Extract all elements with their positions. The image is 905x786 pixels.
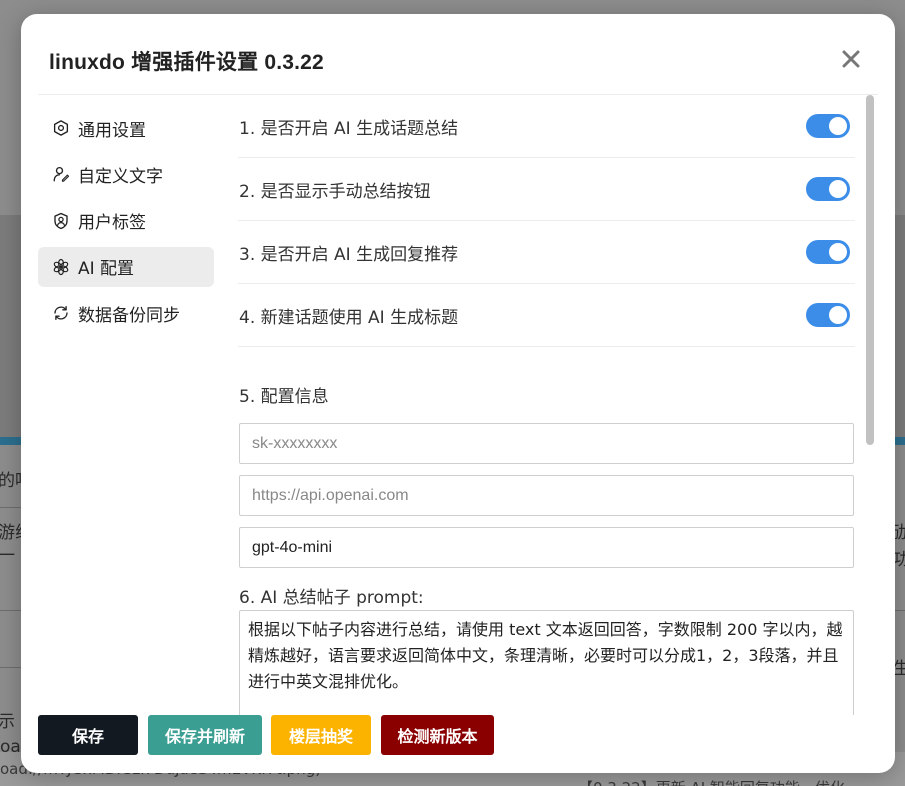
sidebar-item-custom-text[interactable]: 自定义文字 <box>38 154 214 194</box>
setting-label: 4. 新建话题使用 AI 生成标题 <box>239 307 459 328</box>
model-input[interactable] <box>239 527 854 568</box>
api-key-input[interactable] <box>239 423 854 464</box>
modal-header: linuxdo 增强插件设置 0.3.22 <box>21 14 895 95</box>
sidebar-item-label: 用户标签 <box>78 213 146 234</box>
ai-config-panel: 1. 是否开启 AI 生成话题总结 2. 是否显示手动总结按钮 3. 是否开启 … <box>238 95 855 715</box>
modal-footer: 保存 保存并刷新 楼层抽奖 检测新版本 <box>38 715 878 773</box>
toggle-knob <box>829 117 847 135</box>
close-button[interactable] <box>836 44 866 74</box>
toggle-knob <box>829 180 847 198</box>
setting-label: 3. 是否开启 AI 生成回复推荐 <box>239 244 459 265</box>
background-text: 示 <box>0 712 15 732</box>
save-refresh-button[interactable]: 保存并刷新 <box>148 715 262 755</box>
modal-title: linuxdo 增强插件设置 0.3.22 <box>49 51 324 74</box>
sidebar-item-label: 自定义文字 <box>78 166 163 187</box>
sync-icon <box>54 306 68 321</box>
settings-sidebar: 通用设置 自定义文字 用户标签 AI 配置 数据备份同步 <box>38 108 214 339</box>
ai-title-toggle[interactable] <box>806 303 850 327</box>
sidebar-item-user-tags[interactable]: 用户标签 <box>38 201 214 241</box>
setting-row-ai-reply: 3. 是否开启 AI 生成回复推荐 <box>238 221 855 284</box>
summary-prompt-textarea[interactable]: 根据以下帖子内容进行总结，请使用 text 文本返回回答，字数限制 200 字以… <box>239 610 854 715</box>
setting-label: 2. 是否显示手动总结按钮 <box>239 181 431 202</box>
sidebar-item-backup-sync[interactable]: 数据备份同步 <box>38 293 214 333</box>
user-edit-icon <box>53 167 70 183</box>
manual-summary-toggle[interactable] <box>806 177 850 201</box>
ai-reply-toggle[interactable] <box>806 240 850 264</box>
user-badge-icon <box>54 212 68 229</box>
toggle-knob <box>829 243 847 261</box>
sidebar-item-label: 数据备份同步 <box>78 305 180 326</box>
background-divider <box>0 507 22 508</box>
close-icon <box>842 50 860 68</box>
ai-flower-icon <box>53 258 69 275</box>
ai-summary-toggle[interactable] <box>806 114 850 138</box>
sidebar-item-ai-config[interactable]: AI 配置 <box>38 246 214 287</box>
sidebar-item-general[interactable]: 通用设置 <box>38 108 214 148</box>
background-text: 一 <box>0 546 15 566</box>
gear-icon <box>53 120 69 136</box>
setting-row-ai-summary: 1. 是否开启 AI 生成话题总结 <box>238 95 855 158</box>
background-divider <box>0 610 22 611</box>
setting-row-manual-summary-button: 2. 是否显示手动总结按钮 <box>238 158 855 221</box>
background-divider <box>0 667 22 668</box>
setting-label: 1. 是否开启 AI 生成话题总结 <box>239 118 459 139</box>
lottery-button[interactable]: 楼层抽奖 <box>271 715 371 755</box>
content-scrollbar[interactable] <box>863 95 874 715</box>
setting-row-ai-title: 4. 新建话题使用 AI 生成标题 <box>238 284 855 347</box>
sidebar-item-label: 通用设置 <box>78 120 146 141</box>
api-url-input[interactable] <box>239 475 854 516</box>
scrollbar-thumb[interactable] <box>866 95 874 445</box>
background-topic-text: 【0.3.22】更新 AI 智能回复功能，优化 <box>578 777 845 786</box>
toggle-knob <box>829 306 847 324</box>
settings-modal: linuxdo 增强插件设置 0.3.22 通用设置 自定义文字 用户标签 AI… <box>21 14 895 773</box>
check-update-button[interactable]: 检测新版本 <box>381 715 494 755</box>
save-button[interactable]: 保存 <box>38 715 138 755</box>
sidebar-item-label: AI 配置 <box>78 259 135 280</box>
config-info-label: 5. 配置信息 <box>239 387 329 407</box>
prompt-label: 6. AI 总结帖子 prompt: <box>239 588 424 608</box>
